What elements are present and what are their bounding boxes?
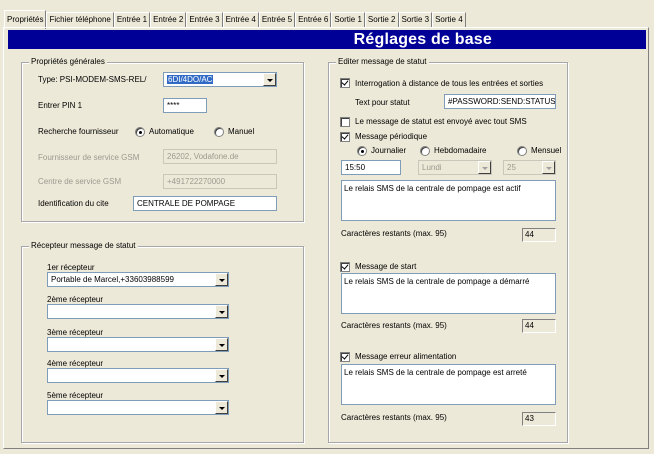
power-error-checkbox[interactable] <box>340 352 350 362</box>
chevron-down-icon[interactable] <box>215 273 228 286</box>
page-title: Réglages de base <box>8 30 646 49</box>
send-all-checkbox[interactable] <box>340 117 350 127</box>
receiver-1-value: Portable de Marcel,+33603988599 <box>51 275 174 284</box>
receiver-3-select[interactable] <box>47 337 229 352</box>
gsm-center-field[interactable]: +491722270000 <box>163 174 277 189</box>
receiver-5-label: 5ème récepteur <box>47 391 104 400</box>
chevron-down-icon[interactable] <box>215 401 228 414</box>
search-auto-radio[interactable] <box>135 127 145 137</box>
periodic-checkbox[interactable] <box>340 132 350 142</box>
periodic-remaining-count: 44 <box>522 228 556 242</box>
chevron-down-icon[interactable] <box>215 369 228 382</box>
weekly-label: Hebdomadaire <box>434 146 487 155</box>
weekly-radio[interactable] <box>420 146 430 156</box>
chevron-down-icon[interactable] <box>215 305 228 318</box>
monthly-radio[interactable] <box>517 146 527 156</box>
site-field[interactable]: CENTRALE DE POMPAGE <box>133 196 277 211</box>
daily-label: Journalier <box>371 146 407 155</box>
gsm-center-label: Centre de service GSM <box>38 177 122 186</box>
receiver-2-select[interactable] <box>47 304 229 319</box>
remote-query-checkbox[interactable] <box>340 78 350 88</box>
receiver-1-select[interactable]: Portable de Marcel,+33603988599 <box>47 272 229 287</box>
tab-entree-6[interactable]: Entrée 6 <box>295 12 332 28</box>
search-label: Recherche fournisseur <box>38 127 119 136</box>
chevron-down-icon[interactable] <box>215 338 228 351</box>
send-all-label: Le message de statut est envoyé avec tou… <box>355 117 527 126</box>
search-auto-label: Automatique <box>149 127 194 136</box>
search-manual-radio[interactable] <box>214 127 224 137</box>
receiver-3-label: 3ème récepteur <box>47 328 104 337</box>
type-label: Type: PSI-MODEM-SMS-REL/ <box>38 75 147 84</box>
gsm-provider-label: Fournisseur de service GSM <box>38 153 140 162</box>
pin-label: Entrer PIN 1 <box>38 101 83 110</box>
monthly-label: Mensuel <box>531 146 562 155</box>
search-manual-label: Manuel <box>228 127 255 136</box>
time-field[interactable]: 15:50 <box>341 160 401 175</box>
tab-sortie-1[interactable]: Sortie 1 <box>331 12 365 28</box>
tab-sortie-4[interactable]: Sortie 4 <box>432 12 466 28</box>
tab-entree-4[interactable]: Entrée 4 <box>222 12 259 28</box>
weekday-select[interactable]: Lundi <box>418 160 492 175</box>
remote-query-label: Interrogation à distance de tous les ent… <box>355 79 544 88</box>
tab-entree-5[interactable]: Entrée 5 <box>258 12 296 28</box>
status-text-label: Text pour statut <box>355 98 410 107</box>
power-error-label: Message erreur alimentation <box>355 352 457 361</box>
general-properties-legend: Propriétés générales <box>29 57 107 66</box>
tab-fichier-telephone[interactable]: Fichier téléphone <box>46 12 114 28</box>
receiver-4-label: 4ème récepteur <box>47 359 104 368</box>
pin-field[interactable]: **** <box>163 98 207 113</box>
tab-sortie-2[interactable]: Sortie 2 <box>364 12 399 28</box>
type-select[interactable]: 6DI/4DO/AC <box>163 72 277 87</box>
receiver-1-label: 1er récepteur <box>47 263 95 272</box>
daily-radio[interactable] <box>357 146 367 156</box>
chevron-down-icon[interactable] <box>478 161 491 174</box>
start-message-text[interactable]: Le relais SMS de la centrale de pompage … <box>341 273 556 314</box>
periodic-remaining-label: Caractères restants (max. 95) <box>341 229 447 238</box>
periodic-label: Message périodique <box>355 132 428 141</box>
day-value: 25 <box>507 163 516 172</box>
start-remaining-count: 44 <box>522 319 556 333</box>
gsm-provider-field[interactable]: 26202, Vodafone.de <box>163 149 277 164</box>
power-remaining-label: Caractères restants (max. 95) <box>341 413 447 422</box>
tab-sortie-3[interactable]: Sortie 3 <box>398 12 433 28</box>
weekday-value: Lundi <box>422 163 442 172</box>
receiver-2-label: 2ème récepteur <box>47 295 104 304</box>
receiver-4-select[interactable] <box>47 368 229 383</box>
start-message-label: Message de start <box>355 262 417 271</box>
power-remaining-count: 43 <box>522 412 556 426</box>
receivers-legend: Récepteur message de statut <box>29 241 138 250</box>
power-error-text[interactable]: Le relais SMS de la centrale de pompage … <box>341 364 556 405</box>
status-message-legend: Editer message de statut <box>336 57 429 66</box>
start-remaining-label: Caractères restants (max. 95) <box>341 321 447 330</box>
start-message-checkbox[interactable] <box>340 262 350 272</box>
tab-entree-1[interactable]: Entrée 1 <box>113 12 151 28</box>
tab-bar: Propriétés Fichier téléphone Entrée 1 En… <box>4 8 466 29</box>
receiver-5-select[interactable] <box>47 400 229 415</box>
chevron-down-icon[interactable] <box>542 161 555 174</box>
type-select-value: 6DI/4DO/AC <box>167 75 214 84</box>
tab-entree-3[interactable]: Entrée 3 <box>186 12 223 28</box>
tab-entree-2[interactable]: Entrée 2 <box>150 12 187 28</box>
site-label: Identification du cite <box>38 199 109 208</box>
status-text-field[interactable]: #PASSWORD:SEND:STATUS <box>444 94 556 109</box>
chevron-down-icon[interactable] <box>263 73 276 86</box>
day-select[interactable]: 25 <box>503 160 556 175</box>
periodic-message-text[interactable]: Le relais SMS de la centrale de pompage … <box>341 180 556 221</box>
